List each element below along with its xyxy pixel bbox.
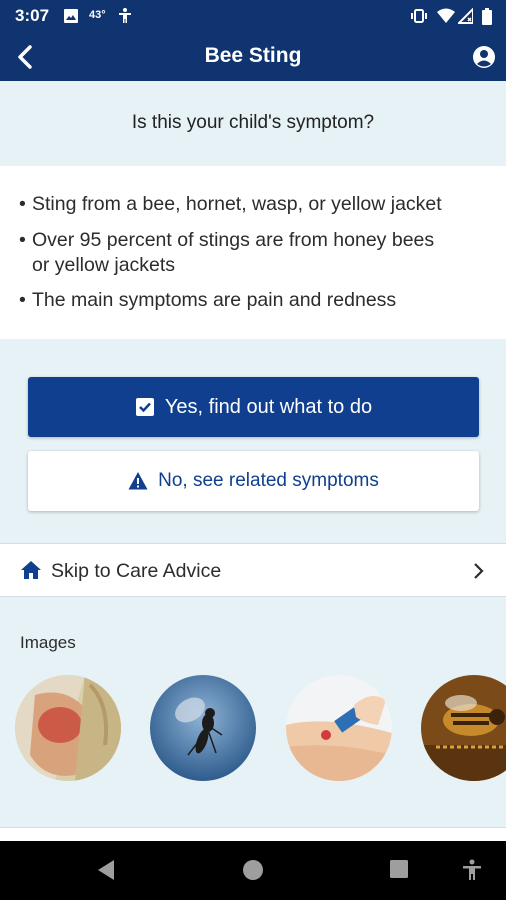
system-nav-bar	[0, 841, 506, 900]
bullet-item: • The main symptoms are pain and redness	[19, 288, 396, 313]
gallery-icon	[64, 9, 78, 23]
bottom-divider	[0, 827, 506, 841]
images-heading: Images	[20, 633, 76, 652]
signal-icon	[458, 8, 473, 24]
warning-icon	[128, 472, 148, 490]
images-section: Images	[0, 597, 506, 827]
account-circle-icon[interactable]	[470, 43, 498, 71]
skip-to-care-advice-row[interactable]: Skip to Care Advice	[0, 543, 506, 597]
nav-recents-icon[interactable]	[389, 859, 409, 879]
sting-redness-photo[interactable]	[15, 675, 121, 781]
bullet-marker: •	[19, 229, 26, 251]
bullet-item: • Over 95 percent of stings are from hone…	[19, 228, 434, 278]
chevron-right-icon	[474, 563, 484, 579]
symptom-description: • Sting from a bee, hornet, wasp, or yell…	[0, 166, 506, 339]
wifi-icon	[437, 8, 455, 23]
yes-button-label: Yes, find out what to do	[164, 395, 373, 418]
battery-icon	[482, 8, 492, 25]
question-text: Is this your child's symptom?	[131, 112, 375, 133]
status-bar: 3:07 43°	[0, 0, 506, 33]
bullet-text: Over 95 percent of stings are from honey…	[32, 229, 435, 276]
nav-home-icon[interactable]	[242, 859, 264, 881]
skip-label: Skip to Care Advice	[51, 560, 222, 582]
bullet-marker: •	[19, 289, 26, 311]
bullet-item: • Sting from a bee, hornet, wasp, or yell…	[19, 192, 442, 217]
no-button-label: No, see related symptoms	[158, 470, 379, 491]
wasp-photo[interactable]	[150, 675, 256, 781]
no-related-symptoms-button[interactable]: No, see related symptoms	[28, 451, 479, 511]
stinger-scrape-illustration[interactable]	[286, 675, 392, 781]
status-time: 3:07	[15, 6, 50, 25]
yes-find-out-button[interactable]: Yes, find out what to do	[28, 377, 479, 437]
vibrate-icon	[411, 9, 427, 23]
accessibility-icon	[119, 8, 131, 23]
bullet-text: The main symptoms are pain and redness	[32, 289, 397, 311]
nav-back-icon[interactable]	[96, 859, 116, 881]
checkbox-checked-icon	[135, 398, 154, 416]
temperature-text: 43°	[89, 9, 106, 21]
question-panel: Is this your child's symptom?	[0, 81, 506, 166]
home-icon	[21, 561, 41, 579]
page-title: Bee Sting	[204, 44, 302, 67]
accessibility-icon[interactable]	[462, 859, 482, 881]
bullet-text: Sting from a bee, hornet, wasp, or yello…	[32, 193, 442, 215]
honeybee-photo[interactable]	[421, 675, 506, 781]
bullet-marker: •	[19, 193, 26, 215]
app-bar: Bee Sting	[0, 33, 506, 81]
